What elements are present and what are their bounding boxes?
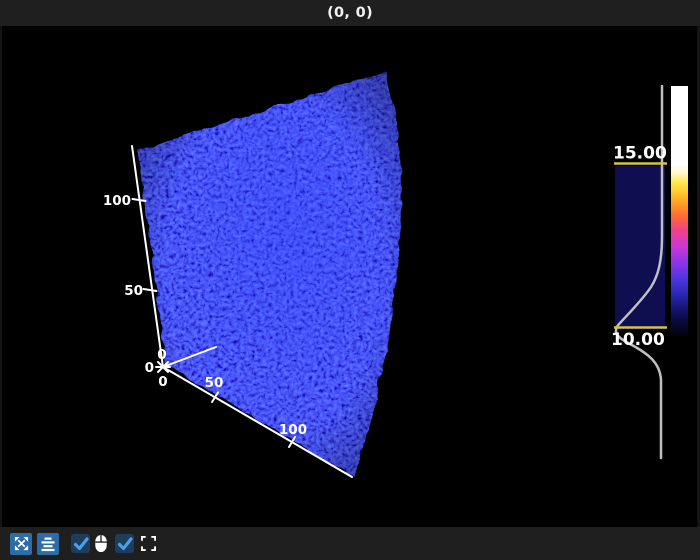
y-tick-label-50: 50 <box>124 283 143 299</box>
fullscreen-icon <box>140 536 156 551</box>
volume-render[interactable] <box>120 56 420 492</box>
scene-svg[interactable]: 100 50 0 0 50 100 0 15.00 10.00 <box>2 26 697 527</box>
y-tick-100 <box>131 198 147 202</box>
vmax-label: 15.00 <box>613 144 667 164</box>
histogram-lut-widget[interactable]: 15.00 10.00 <box>611 84 688 460</box>
center-scene-button[interactable] <box>37 532 59 555</box>
z-tick-label-0: 0 <box>157 347 166 363</box>
toggle-checkbox-1[interactable] <box>71 534 90 553</box>
align-center-icon <box>41 537 55 551</box>
panzoom-button[interactable] <box>10 532 32 555</box>
colorbar[interactable] <box>671 86 688 336</box>
expand-arrows-icon <box>14 536 28 551</box>
x-tick-50 <box>211 391 219 403</box>
subplot-title: (0, 0) <box>327 5 373 21</box>
toggle-checkbox-2[interactable] <box>115 534 134 553</box>
fullscreen-button[interactable] <box>138 533 158 555</box>
x-tick-label-0: 0 <box>158 374 167 390</box>
x-tick-label-100: 100 <box>279 422 307 438</box>
checkmark-icon <box>73 536 89 550</box>
checkmark-icon <box>117 536 133 550</box>
y-tick-label-100: 100 <box>103 193 131 209</box>
plot-title-bar: (0, 0) <box>0 0 700 26</box>
app-window: (0, 0) 100 50 0 0 50 100 0 15.00 10.00 <box>0 0 700 560</box>
y-tick-label-0: 0 <box>145 360 154 376</box>
vmin-label: 10.00 <box>611 330 665 350</box>
render-canvas[interactable]: 100 50 0 0 50 100 0 15.00 10.00 <box>0 26 700 527</box>
mouse-icon <box>95 534 107 553</box>
y-tick-50 <box>142 288 158 292</box>
bottom-toolbar <box>0 527 700 560</box>
mouse-button[interactable] <box>91 533 111 555</box>
x-tick-label-50: 50 <box>205 375 224 391</box>
